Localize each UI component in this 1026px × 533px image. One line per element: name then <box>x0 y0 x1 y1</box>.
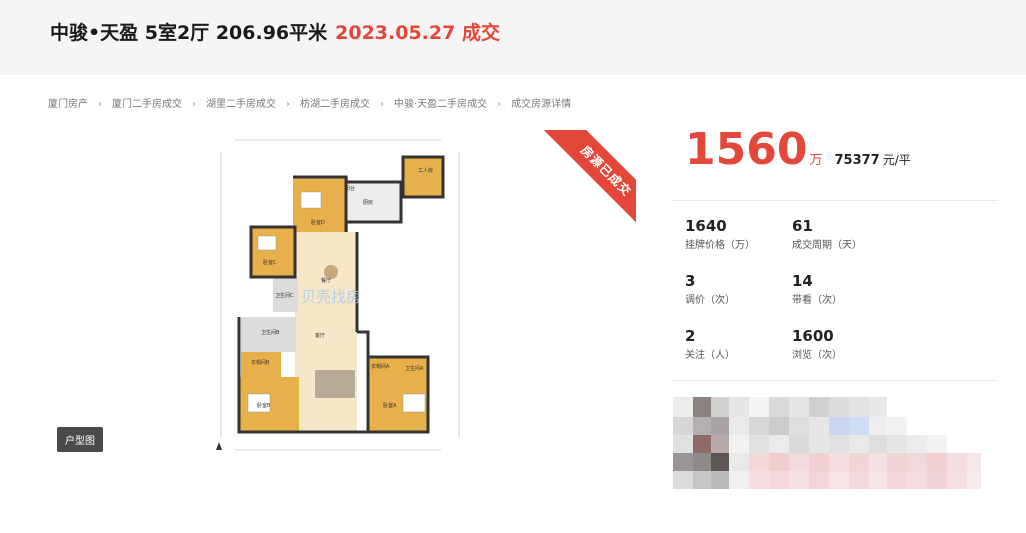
room-living-dining <box>295 232 357 432</box>
room-bedroom-c <box>251 227 296 277</box>
breadcrumb-separator-icon: › <box>497 99 502 110</box>
room-label: 餐厅 <box>321 277 331 284</box>
stat-value: 2 <box>685 327 696 345</box>
bed-icon <box>300 191 322 209</box>
stat-value: 14 <box>792 272 813 290</box>
stat-value: 3 <box>685 272 696 290</box>
room-label: 工人房 <box>418 167 433 174</box>
floorplan-image[interactable]: 卧室D 厨房 阳台 卧室C 卫生间C 卫生间B 餐厅 客厅 衣帽间B 卧室B 衣… <box>213 132 475 457</box>
sold-ribbon: 房源已成交 <box>536 130 636 230</box>
room-label: 卫生间B <box>261 329 280 336</box>
stat-label: 成交周期（天） <box>792 240 862 251</box>
breadcrumb-separator-icon: › <box>192 99 196 110</box>
stat-listing-price: 1640 挂牌价格（万） <box>685 217 755 251</box>
page-header: 中骏•天盈 5室2厅 206.96平米 2023.05.27 成交 <box>0 0 1026 75</box>
stat-followers: 2 关注（人） <box>685 327 735 361</box>
stat-viewings: 14 带看（次） <box>792 272 842 306</box>
total-price-unit: 万 <box>809 153 823 168</box>
stat-value: 1600 <box>792 327 834 345</box>
room-worker <box>403 157 443 197</box>
room-label: 卧室C <box>263 259 277 266</box>
watermark-logo: 贝壳找房 <box>301 288 361 306</box>
breadcrumb-item-community-sold[interactable]: 中骏·天盈二手房成交 <box>394 99 487 110</box>
listing-title: 中骏•天盈 5室2厅 206.96平米 <box>50 22 328 44</box>
room-label: 卫生间C <box>275 292 294 299</box>
stat-value: 61 <box>792 217 813 235</box>
stat-views: 1600 浏览（次） <box>792 327 842 361</box>
pixel-mosaic <box>673 397 981 489</box>
stat-label: 调价（次） <box>685 295 735 306</box>
room-label: 衣帽间A <box>371 363 390 370</box>
room-label: 衣帽间B <box>251 359 270 366</box>
page-title: 中骏•天盈 5室2厅 206.96平米 2023.05.27 成交 <box>50 18 500 45</box>
breadcrumb-separator-icon: › <box>380 99 384 110</box>
divider <box>673 200 998 201</box>
sofa-icon <box>315 370 355 398</box>
deal-date: 2023.05.27 成交 <box>335 22 500 44</box>
stat-label: 带看（次） <box>792 295 842 306</box>
divider <box>673 380 998 381</box>
unit-price-unit: 元/平 <box>882 153 911 167</box>
breadcrumb-item-fanghu-sold[interactable]: 枋湖二手房成交 <box>300 99 370 110</box>
stat-label: 挂牌价格（万） <box>685 240 755 251</box>
room-label: 客厅 <box>315 332 325 339</box>
compass-icon <box>216 442 222 450</box>
floorplan-button[interactable]: 户型图 <box>57 427 103 452</box>
breadcrumb-item-xiamen[interactable]: 厦门房产 <box>48 99 88 110</box>
total-price: 1560 <box>685 124 808 175</box>
room-label: 卧室A <box>383 402 397 409</box>
room-label: 卧室D <box>311 219 325 226</box>
sold-ribbon-label: 房源已成交 <box>536 130 636 230</box>
room-label: 卫生间A <box>405 365 424 372</box>
breadcrumb-separator-icon: › <box>286 99 290 110</box>
unit-price: 75377 <box>834 153 880 168</box>
breadcrumb-item-huli-sold[interactable]: 湖里二手房成交 <box>206 99 276 110</box>
breadcrumb-separator-icon: › <box>98 99 102 110</box>
stat-price-adjust: 3 调价（次） <box>685 272 735 306</box>
breadcrumb: 厦门房产 › 厦门二手房成交 › 湖里二手房成交 › 枋湖二手房成交 › 中骏·天盈二手房成交 ›… <box>48 95 571 110</box>
room-label: 厨房 <box>363 199 373 206</box>
dining-table-icon <box>324 265 338 279</box>
stat-label: 关注（人） <box>685 350 735 361</box>
stat-label: 浏览（次） <box>792 350 842 361</box>
price-block: 1560 万 75377 元/平 <box>685 124 911 175</box>
stat-value: 1640 <box>685 217 727 235</box>
blurred-agent-info <box>673 397 981 489</box>
breadcrumb-item-current: 成交房源详情 <box>511 99 572 110</box>
breadcrumb-item-xiamen-sold[interactable]: 厦门二手房成交 <box>112 99 182 110</box>
stat-deal-cycle: 61 成交周期（天） <box>792 217 862 251</box>
bed-icon <box>257 235 277 251</box>
room-label: 卧室B <box>257 402 271 409</box>
room-label: 阳台 <box>345 185 355 192</box>
bed-icon <box>402 393 426 413</box>
